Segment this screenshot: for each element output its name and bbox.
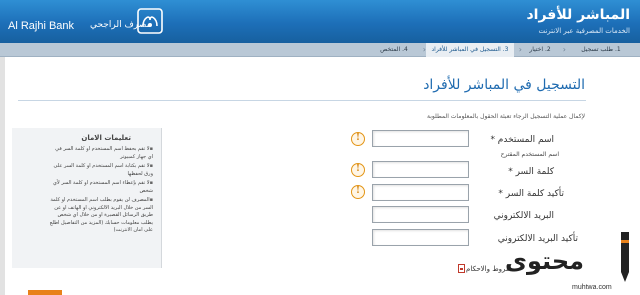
info-icon[interactable]: ! xyxy=(351,163,365,177)
info-icon[interactable]: ! xyxy=(351,185,365,199)
security-tip: لا تقم بإعطاء اسم المستخدم او كلمة السر … xyxy=(49,180,153,195)
watermark-text: محتوى xyxy=(505,247,584,275)
email-label: البريد الالكتروني xyxy=(493,211,554,221)
username-input[interactable] xyxy=(372,130,469,147)
step-3-label: 3. التسجيل في المباشر للأفراد xyxy=(431,46,509,53)
watermark-url: muhtwa.com xyxy=(572,284,612,291)
submit-button[interactable] xyxy=(28,290,62,295)
app-subtitle: الخدمات المصرفية عبر الانترنت xyxy=(538,27,630,35)
security-tips-title: تعليمات الامان xyxy=(81,134,131,142)
bank-logo-icon xyxy=(137,8,163,34)
step-arrow-icon: › xyxy=(518,45,522,54)
security-tip: لا تقم بحفظ اسم المستخدم او كلمة السر في… xyxy=(49,146,153,161)
pdf-icon[interactable] xyxy=(458,264,465,273)
app-title: المباشر للأفراد xyxy=(526,7,630,23)
step-arrow-icon: › xyxy=(422,45,426,54)
confirm-email-label: تأكيد البريد الالكتروني xyxy=(497,234,578,244)
step-1-label: 1. طلب تسجيل xyxy=(581,46,621,53)
intro-text: لإكمال عملية التسجيل الرجاء تعبئة الحقول… xyxy=(427,113,585,120)
security-tips-panel: تعليمات الامان لا تقم بحفظ اسم المستخدم … xyxy=(12,128,162,268)
step-2: 2. اختيار xyxy=(522,43,558,57)
step-3: 3. التسجيل في المباشر للأفراد xyxy=(426,43,514,57)
step-4-label: 4. المتخص xyxy=(380,46,408,53)
page-title: التسجيل في المباشر للأفراد xyxy=(423,77,585,93)
confirm-email-input[interactable] xyxy=(372,229,469,246)
info-icon[interactable]: ! xyxy=(351,132,365,146)
password-label: كلمة السر * xyxy=(508,167,554,177)
wizard-steps: 1. طلب تسجيل › 2. اختيار › 3. التسجيل في… xyxy=(0,43,640,57)
pencil-icon xyxy=(621,232,629,282)
step-1: 1. طلب تسجيل xyxy=(566,43,636,57)
title-divider xyxy=(18,100,586,101)
security-tips-list: لا تقم بحفظ اسم المستخدم او كلمة السر في… xyxy=(49,146,153,237)
left-divider xyxy=(0,57,5,295)
security-tip: لا تقم بكتابة اسم المستخدم او كلمة السر … xyxy=(49,163,153,178)
brand-name-en: Al Rajhi Bank xyxy=(8,20,75,32)
app-header: Al Rajhi Bank مصرف الراجحي المباشر للأفر… xyxy=(0,0,640,43)
step-2-label: 2. اختيار xyxy=(529,46,551,53)
security-tip: المصرف لن يقوم بطلب اسم المستخدم او كلمة… xyxy=(49,197,153,235)
password-input[interactable] xyxy=(372,161,469,178)
step-4: 4. المتخص xyxy=(370,43,418,57)
confirm-password-input[interactable] xyxy=(372,184,469,201)
confirm-password-label: تأكيد كلمة السر * xyxy=(498,189,564,199)
username-label: اسم المستخدم * xyxy=(490,135,554,145)
email-input[interactable] xyxy=(372,206,469,223)
step-arrow-icon: › xyxy=(562,45,566,54)
username-hint: اسم المستخدم المقترح xyxy=(500,151,559,158)
